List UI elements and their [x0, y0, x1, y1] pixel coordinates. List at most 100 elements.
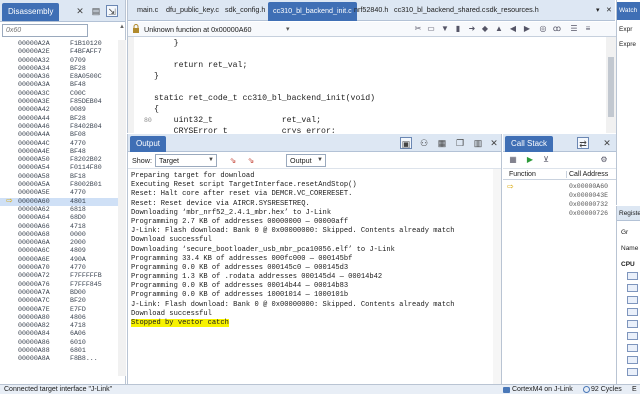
disassembly-row[interactable]: 00000A46 F8402B04	[0, 123, 118, 131]
disassembly-row[interactable]: 00000A32 0709	[0, 57, 118, 65]
close-icon[interactable]: ✕	[74, 5, 86, 17]
disassembly-row[interactable]: 00000A66 4718	[0, 223, 118, 231]
list-icon[interactable]: ☰	[569, 24, 579, 34]
call-stack-row[interactable]: 0x00000726	[503, 210, 616, 219]
disassembly-row[interactable]: 00000A7A BD00	[0, 289, 118, 297]
disassembly-row[interactable]: 00000A34 BF28	[0, 65, 118, 73]
disassembly-row[interactable]: 00000A5A F8002B01	[0, 181, 118, 189]
code-line[interactable]: return ret_val;	[154, 61, 248, 70]
disassembly-row[interactable]: 00000A72 F7FFFFFB	[0, 272, 118, 280]
register-value[interactable]	[627, 356, 638, 364]
prev-error-icon[interactable]: ⇘	[228, 156, 238, 166]
output-line[interactable]: Stopped by vector catch	[131, 319, 501, 328]
tab-sdk-resources-h[interactable]: sdk_resources.h	[486, 5, 539, 14]
code-line[interactable]: static ret_code_t cc310_bl_backend_init(…	[154, 94, 375, 103]
call-stack-row[interactable]: 0x00000732	[503, 201, 616, 210]
registers-cpu-group[interactable]: CPU	[621, 261, 635, 268]
disassembly-row[interactable]: 00000A70 4770	[0, 264, 118, 272]
find-icon[interactable]: ◎	[538, 24, 548, 34]
register-value[interactable]	[627, 296, 638, 304]
output-line[interactable]: Downloading ‘secure_bootloader_usb_mbr_p…	[131, 246, 501, 255]
glasses-icon[interactable]: ꝏ	[552, 24, 562, 34]
output-scrollbar[interactable]	[493, 169, 501, 384]
diamond-icon[interactable]: ◆	[480, 24, 490, 34]
filter-icon[interactable]: ⊻	[541, 155, 551, 165]
tab-list-chevron-icon[interactable]: ▾	[596, 5, 600, 14]
output-line[interactable]: Programming 0.0 KB of addresses 00014b44…	[131, 282, 501, 291]
disassembly-row[interactable]: 00000A64 68D0	[0, 214, 118, 222]
prev-icon[interactable]: ◀	[508, 24, 518, 34]
code-line[interactable]: {	[154, 105, 159, 114]
output-line[interactable]: Programming 0.0 KB of addresses 10001014…	[131, 291, 501, 300]
disassembly-row[interactable]: 00000A5E 4770	[0, 189, 118, 197]
tab-nrf52840-h[interactable]: nrf52840.h	[354, 5, 388, 14]
scroll-thumb[interactable]	[608, 57, 614, 117]
disassembly-row[interactable]: 00000A86 6010	[0, 339, 118, 347]
play-icon[interactable]: ▶	[525, 155, 535, 165]
bookmark-icon[interactable]: ▮	[453, 24, 463, 34]
disassembly-row[interactable]: 00000A3C C00C	[0, 90, 118, 98]
register-value[interactable]	[627, 320, 638, 328]
disassembly-row[interactable]: 00000A42 0089	[0, 106, 118, 114]
code-line[interactable]: }	[154, 72, 159, 81]
disassembly-row[interactable]: 00000A36 E8A0500C	[0, 73, 118, 81]
disassembly-row[interactable]: 00000A76 F7FFF845	[0, 281, 118, 289]
output-line[interactable]: Programming 0.0 KB of addresses 000145c0…	[131, 264, 501, 273]
disassembly-row[interactable]: 00000A6C 4809	[0, 247, 118, 255]
disassembly-row[interactable]: 00000A2E F4BFAFF7	[0, 48, 118, 56]
output-line[interactable]: Programming 33.4 KB of addresses 000fc00…	[131, 255, 501, 264]
tab-main-c[interactable]: main.c	[137, 5, 158, 14]
tab-output[interactable]: Output	[130, 136, 167, 152]
close-tab-icon[interactable]: ✕	[606, 5, 612, 14]
disassembly-row[interactable]: ⇨ 00000A60 4801	[0, 197, 118, 206]
code-line[interactable]: }	[154, 39, 179, 48]
output-line[interactable]: Executing Reset script TargetInterface.r…	[131, 181, 501, 190]
binoculars-icon[interactable]: ⚇	[418, 137, 430, 149]
tab-registers[interactable]: Registers	[617, 206, 640, 221]
tab-watch[interactable]: Watch	[617, 2, 640, 20]
register-value[interactable]	[627, 308, 638, 316]
code-line[interactable]: CRYSError_t crys_error;	[154, 127, 336, 133]
register-value[interactable]	[627, 272, 638, 280]
disassembly-row[interactable]: 00000A80 4806	[0, 314, 118, 322]
comment-icon[interactable]: ▭	[426, 24, 436, 34]
clear-icon[interactable]: ▦	[436, 137, 448, 149]
register-value[interactable]	[627, 284, 638, 292]
tab-cc310-bl-backend-shared-c[interactable]: cc310_bl_backend_shared.c	[394, 5, 486, 14]
disassembly-row[interactable]: 00000A4A BF08	[0, 131, 118, 139]
disassembly-row[interactable]: 00000A82 4718	[0, 322, 118, 330]
scroll-up-icon[interactable]: ▲	[118, 24, 126, 32]
call-stack-row[interactable]: ⇨ 0x00000A60	[503, 183, 616, 192]
call-stack-row[interactable]: 0x0000043E	[503, 192, 616, 201]
disassembly-row[interactable]: 00000A3E F85DEB04	[0, 98, 118, 106]
watch-expression-row[interactable]: Expre	[619, 41, 636, 48]
save-icon[interactable]: ▥	[472, 137, 484, 149]
column-function[interactable]: Function	[509, 171, 536, 178]
disassembly-row[interactable]: 00000A3A BF48	[0, 81, 118, 89]
disassembly-scrollbar[interactable]	[118, 40, 126, 376]
tab-call-stack[interactable]: Call Stack	[505, 136, 554, 152]
disassembly-row[interactable]: 00000A4C 4770	[0, 140, 118, 148]
output-line[interactable]: Programming 1.3 KB of .rodata addresses …	[131, 273, 501, 282]
next-error-icon[interactable]: ⇘	[246, 156, 256, 166]
column-call-address[interactable]: Call Address	[566, 171, 608, 178]
chevron-down-icon[interactable]: ▾	[286, 25, 290, 33]
disassembly-address-input[interactable]	[2, 24, 88, 37]
disassembly-row[interactable]: 00000A68 0000	[0, 231, 118, 239]
output-mode-select[interactable]: Output ▼	[286, 154, 326, 167]
close-icon[interactable]: ✕	[601, 137, 613, 149]
disassembly-row[interactable]: 00000A7C BF20	[0, 297, 118, 305]
disassembly-row[interactable]: 00000A58 BF18	[0, 173, 118, 181]
tool-icon[interactable]: ✂	[413, 24, 423, 34]
pages-icon[interactable]: ▤	[90, 5, 102, 17]
disassembly-row[interactable]: 00000A8A F8B8...	[0, 355, 118, 363]
disassembly-row[interactable]: 00000A7E E7FD	[0, 306, 118, 314]
disassembly-row[interactable]: 00000A2A F1B10120	[0, 40, 118, 48]
output-log[interactable]: Preparing target for download Executing R…	[131, 172, 501, 328]
output-line[interactable]: Download successful	[131, 310, 501, 319]
disassembly-row[interactable]: 00000A4E BF48	[0, 148, 118, 156]
register-value[interactable]	[627, 332, 638, 340]
disassembly-row[interactable]: 00000A62 6818	[0, 206, 118, 214]
output-line[interactable]: J-Link: Flash download: Bank 0 @ 0x00000…	[131, 301, 501, 310]
gear-icon[interactable]: ⚙	[599, 155, 609, 165]
